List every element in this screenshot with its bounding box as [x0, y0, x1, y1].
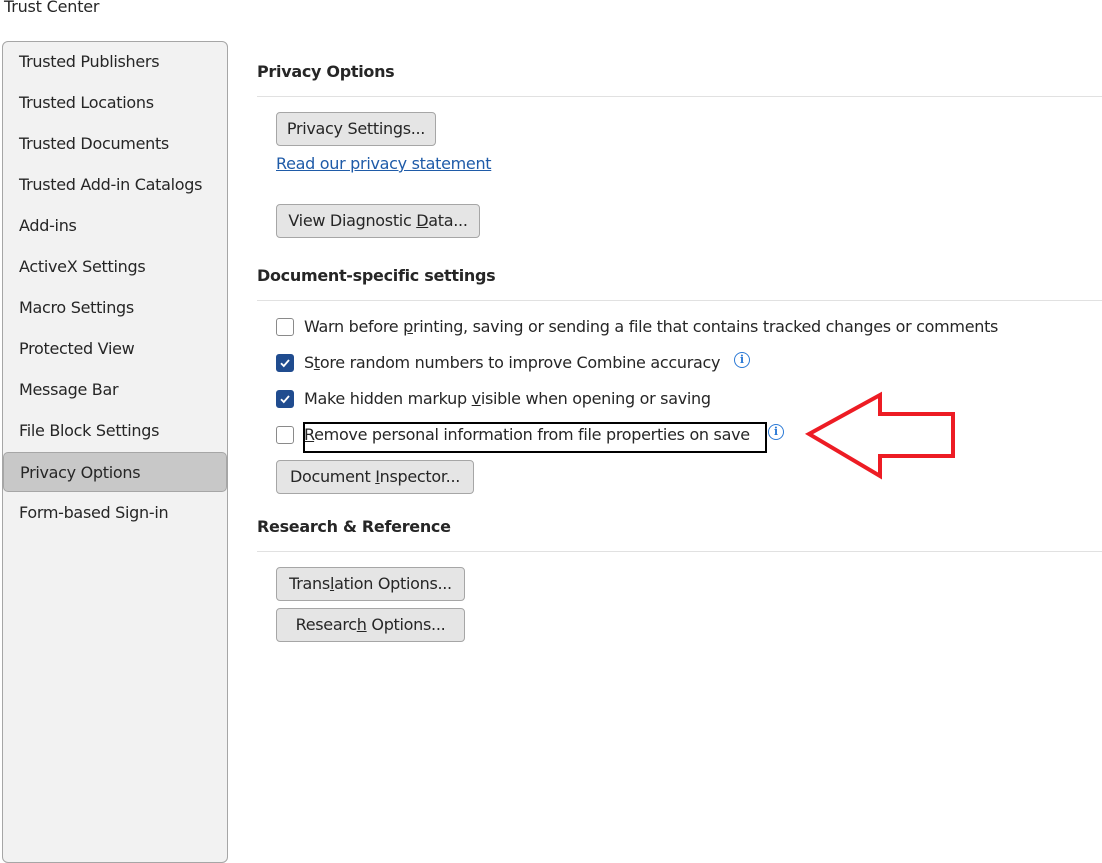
section-title-research-reference: Research & Reference [257, 517, 451, 536]
label-text: isible when opening or saving [480, 389, 711, 408]
sidebar-item-trusted-documents[interactable]: Trusted Documents [3, 124, 227, 164]
button-text: ata... [428, 211, 468, 230]
red-arrow-annotation-icon [804, 391, 955, 480]
info-icon[interactable]: i [734, 352, 750, 368]
section-divider [257, 300, 1102, 301]
privacy-statement-link[interactable]: Read our privacy statement [276, 154, 492, 173]
checkmark-icon [280, 359, 290, 368]
button-text: ation Options... [334, 574, 452, 593]
button-text: Researc [295, 615, 357, 634]
label-text: ore random numbers to improve Combine ac… [319, 353, 721, 372]
sidebar-nav: Trusted Publishers Trusted Locations Tru… [2, 41, 228, 863]
sidebar-item-form-based-sign-in[interactable]: Form-based Sign-in [3, 493, 227, 533]
label-text: Make hidden markup [304, 389, 472, 408]
button-text: nspector... [379, 467, 461, 486]
sidebar-item-message-bar[interactable]: Message Bar [3, 370, 227, 410]
accelerator-key: v [471, 389, 481, 408]
label-text: Warn before [304, 317, 404, 336]
warn-tracked-changes-checkbox[interactable] [276, 318, 294, 336]
checkbox-label: Store random numbers to improve Combine … [304, 351, 720, 375]
sidebar-item-trusted-publishers[interactable]: Trusted Publishers [3, 42, 227, 82]
accelerator-key: p [403, 317, 413, 336]
checkmark-icon [280, 395, 290, 404]
sidebar-item-trusted-locations[interactable]: Trusted Locations [3, 83, 227, 123]
view-diagnostic-data-button[interactable]: View Diagnostic Data... [276, 204, 480, 238]
button-text: Document [289, 467, 376, 486]
remove-personal-info-checkbox[interactable] [276, 426, 294, 444]
section-title-document-specific: Document-specific settings [257, 266, 496, 285]
sidebar-item-activex-settings[interactable]: ActiveX Settings [3, 247, 227, 287]
label-text: S [304, 353, 314, 372]
sidebar-item-add-ins[interactable]: Add-ins [3, 206, 227, 246]
section-title-privacy-options: Privacy Options [257, 62, 395, 81]
translation-options-button[interactable]: Translation Options... [276, 567, 465, 601]
button-text: Options... [366, 615, 446, 634]
section-divider [257, 96, 1102, 97]
store-random-numbers-checkbox[interactable] [276, 354, 294, 372]
section-divider [257, 551, 1102, 552]
checkbox-label: Make hidden markup visible when opening … [304, 387, 711, 411]
privacy-settings-button[interactable]: Privacy Settings... [276, 112, 436, 146]
accelerator-key: h [356, 615, 367, 634]
document-inspector-button[interactable]: Document Inspector... [276, 460, 474, 494]
hidden-markup-visible-checkbox[interactable] [276, 390, 294, 408]
research-options-button[interactable]: Research Options... [276, 608, 465, 642]
button-text: View Diagnostic [288, 211, 417, 230]
sidebar-item-privacy-options[interactable]: Privacy Options [3, 452, 227, 492]
sidebar-item-protected-view[interactable]: Protected View [3, 329, 227, 369]
accelerator-key: D [416, 211, 429, 230]
checkbox-label: Warn before printing, saving or sending … [304, 315, 998, 339]
sidebar-item-trusted-add-in-catalogs[interactable]: Trusted Add-in Catalogs [3, 165, 227, 205]
label-text: rinting, saving or sending a file that c… [412, 317, 999, 336]
info-icon[interactable]: i [768, 424, 784, 440]
sidebar-item-file-block-settings[interactable]: File Block Settings [3, 411, 227, 451]
focus-highlight-box [303, 422, 767, 453]
window-title: Trust Center [4, 0, 100, 16]
sidebar-item-macro-settings[interactable]: Macro Settings [3, 288, 227, 328]
button-text: Trans [289, 574, 330, 593]
